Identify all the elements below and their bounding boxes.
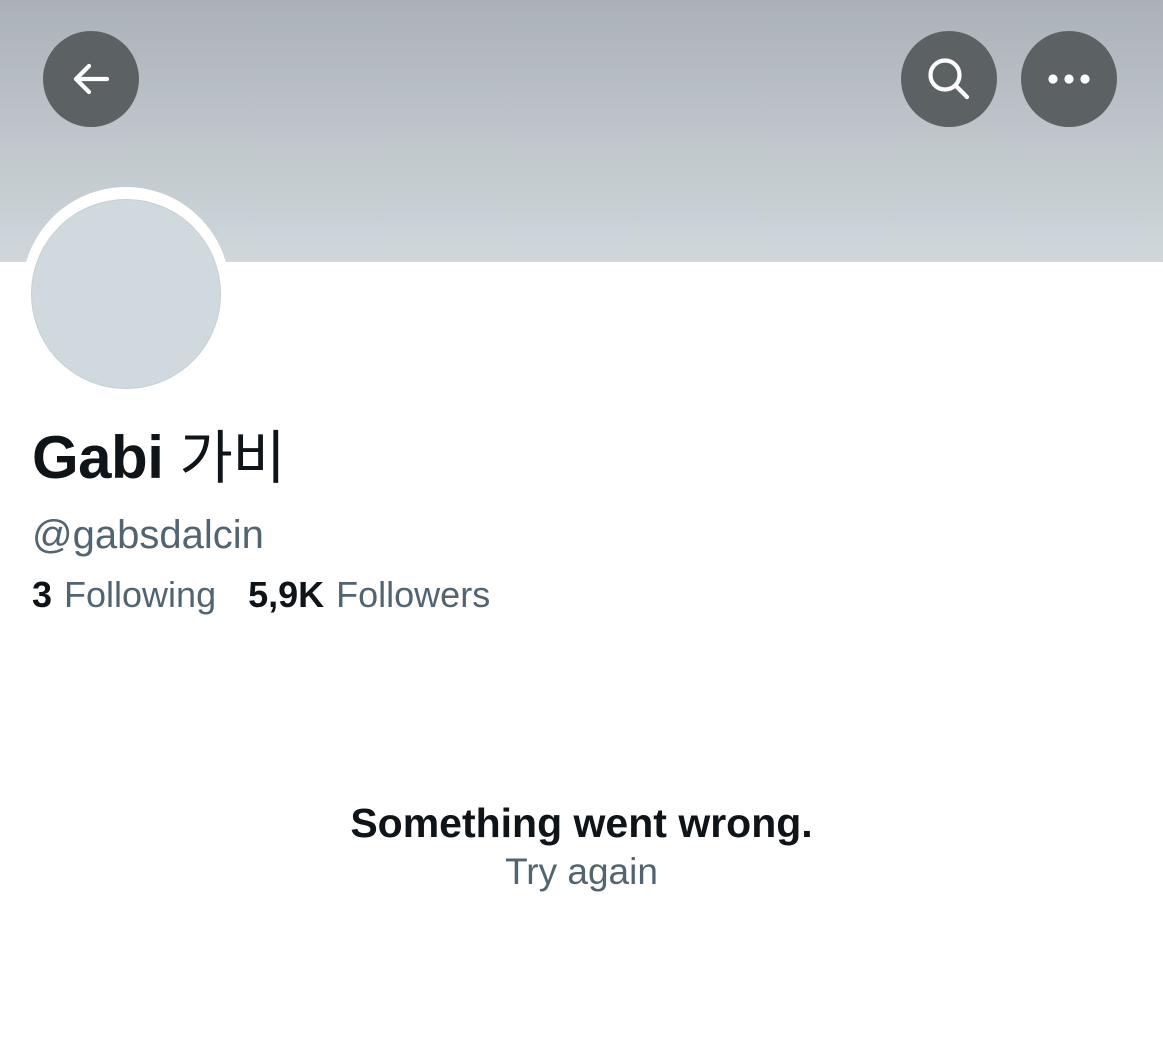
error-message: Something went wrong. [350,800,813,846]
search-button[interactable] [901,31,997,127]
avatar[interactable] [31,199,221,389]
followers-count: 5,9K [248,574,325,615]
followers-link[interactable]: 5,9K Followers [248,573,490,617]
search-icon [928,58,970,100]
back-button[interactable] [43,31,139,127]
error-state: Something went wrong. Try again [0,798,1163,895]
display-name-latin: Gabi [32,424,164,491]
try-again-link[interactable]: Try again [505,849,658,895]
display-name-hangul: 가비 [179,424,286,492]
followers-label: Followers [336,574,491,615]
arrow-left-icon [73,63,110,95]
profile-page: Gabi 가비 @gabsdalcin 3 Following 5,9K Fol… [0,0,1163,1042]
following-count: 3 [32,574,53,615]
display-name: Gabi 가비 [32,422,286,494]
profile-handle: @gabsdalcin [32,513,264,557]
profile-stats: 3 Following 5,9K Followers [32,573,490,617]
following-label: Following [64,574,217,615]
more-options-button[interactable] [1021,31,1117,127]
following-link[interactable]: 3 Following [32,573,216,617]
more-horizontal-icon [1048,74,1090,84]
